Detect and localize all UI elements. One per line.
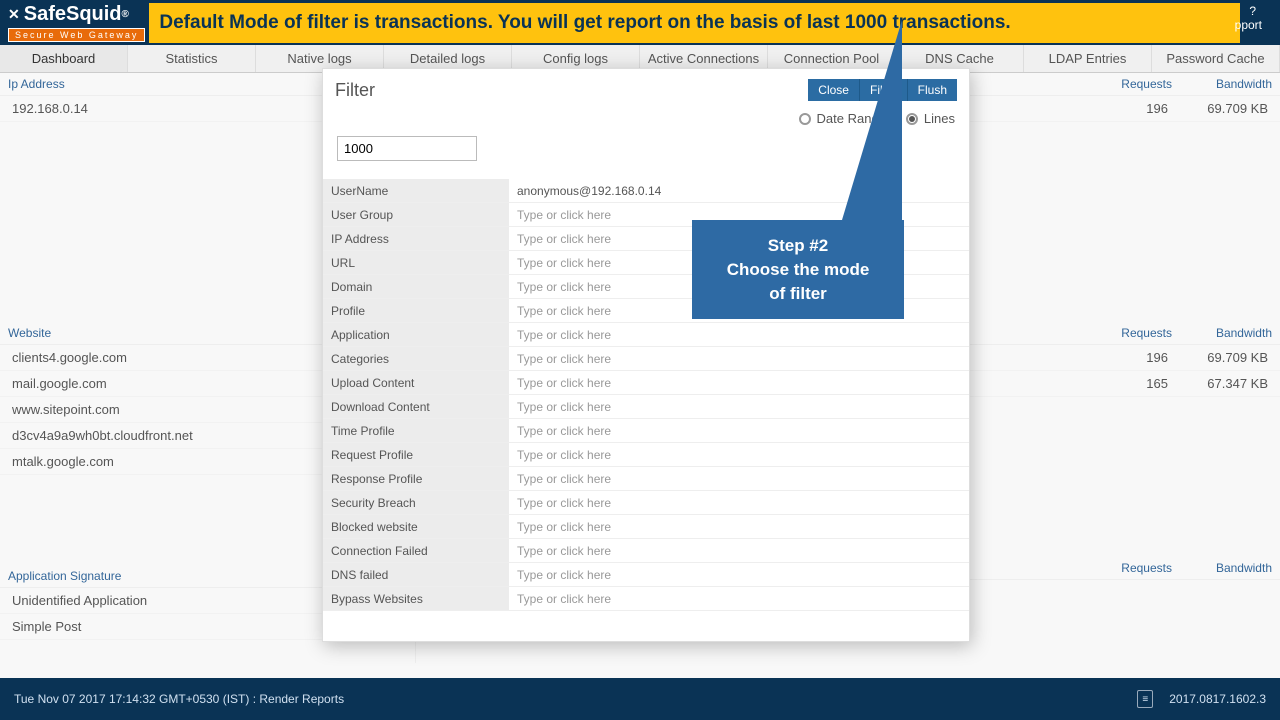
- filter-row: Request Profile: [323, 443, 969, 467]
- footer: Tue Nov 07 2017 17:14:32 GMT+0530 (IST) …: [0, 678, 1280, 720]
- filter-row: Blocked website: [323, 515, 969, 539]
- filter-label-response-profile: Response Profile: [323, 467, 509, 490]
- filter-input-application[interactable]: [509, 325, 969, 345]
- filter-input-download-content[interactable]: [509, 397, 969, 417]
- topbar: ✕ SafeSquid ® Secure Web Gateway Default…: [0, 0, 1280, 45]
- filter-input-categories[interactable]: [509, 349, 969, 369]
- filter-input-upload-content[interactable]: [509, 373, 969, 393]
- callout-line3: of filter: [712, 282, 884, 306]
- flush-button[interactable]: Flush: [907, 79, 957, 101]
- filter-label-domain: Domain: [323, 275, 509, 298]
- cat-head-bw: Bandwidth: [1172, 326, 1272, 340]
- filter-label-time-profile: Time Profile: [323, 419, 509, 442]
- date-range-radio[interactable]: [799, 113, 811, 125]
- user-head-requests: Requests: [1092, 77, 1172, 91]
- logo-text: SafeSquid: [24, 3, 122, 26]
- filter-label-categories: Categories: [323, 347, 509, 370]
- filter-row: Application: [323, 323, 969, 347]
- tab-password-cache[interactable]: Password Cache: [1152, 45, 1280, 72]
- filter-row: Response Profile: [323, 467, 969, 491]
- support-label-partial: pport: [1235, 18, 1262, 32]
- filter-label-application: Application: [323, 323, 509, 346]
- tab-statistics[interactable]: Statistics: [128, 45, 256, 72]
- footer-version: 2017.0817.1602.3: [1169, 692, 1266, 706]
- filter-label-request-profile: Request Profile: [323, 443, 509, 466]
- tab-ldap-entries[interactable]: LDAP Entries: [1024, 45, 1152, 72]
- footer-status: Tue Nov 07 2017 17:14:32 GMT+0530 (IST) …: [14, 692, 344, 706]
- tab-dashboard[interactable]: Dashboard: [0, 45, 128, 72]
- filter-input-dns-failed[interactable]: [509, 565, 969, 585]
- filter-row: Bypass Websites: [323, 587, 969, 611]
- filter-label-bypass-websites: Bypass Websites: [323, 587, 509, 610]
- filter-label-url: URL: [323, 251, 509, 274]
- filter-label-connection-failed: Connection Failed: [323, 539, 509, 562]
- filter-input-request-profile[interactable]: [509, 445, 969, 465]
- filter-row: Connection Failed: [323, 539, 969, 563]
- info-banner: Default Mode of filter is transactions. …: [149, 3, 1240, 43]
- mime-head-bw: Bandwidth: [1172, 561, 1272, 575]
- filter-input-connection-failed[interactable]: [509, 541, 969, 561]
- ip-head-label: Ip Address: [8, 77, 327, 91]
- help-icon[interactable]: ?: [1249, 4, 1256, 18]
- filter-input-response-profile[interactable]: [509, 469, 969, 489]
- filter-row: Upload Content: [323, 371, 969, 395]
- filter-input-time-profile[interactable]: [509, 421, 969, 441]
- filter-row: Categories: [323, 347, 969, 371]
- filter-label-security-breach: Security Breach: [323, 491, 509, 514]
- logo-icon: ✕: [8, 6, 20, 23]
- filter-label-username: UserName: [323, 179, 509, 202]
- filter-label-profile: Profile: [323, 299, 509, 322]
- filter-label-dns-failed: DNS failed: [323, 563, 509, 586]
- cat-head-requests: Requests: [1092, 326, 1172, 340]
- filter-label-user-group: User Group: [323, 203, 509, 226]
- filter-label-blocked-website: Blocked website: [323, 515, 509, 538]
- logo-reg: ®: [122, 9, 129, 20]
- filter-label-download-content: Download Content: [323, 395, 509, 418]
- logo-subtitle: Secure Web Gateway: [8, 28, 145, 42]
- web-head-label: Website: [8, 326, 327, 340]
- lines-radio[interactable]: [906, 113, 918, 125]
- filter-row: Download Content: [323, 395, 969, 419]
- callout-line1: Step #2: [712, 234, 884, 258]
- filter-input-bypass-websites[interactable]: [509, 589, 969, 609]
- filter-label-upload-content: Upload Content: [323, 371, 509, 394]
- lines-label: Lines: [924, 111, 955, 126]
- user-head-bw: Bandwidth: [1172, 77, 1272, 91]
- filter-row: Time Profile: [323, 419, 969, 443]
- filter-row: Security Breach: [323, 491, 969, 515]
- lines-input[interactable]: [337, 136, 477, 161]
- document-icon[interactable]: ≡: [1137, 690, 1153, 708]
- callout-line2: Choose the mode: [712, 258, 884, 282]
- filter-row: DNS failed: [323, 563, 969, 587]
- logo: ✕ SafeSquid ® Secure Web Gateway: [0, 1, 145, 45]
- mime-head-requests: Requests: [1092, 561, 1172, 575]
- app-head-label: Application Signature: [8, 569, 327, 583]
- filter-label-ip-address: IP Address: [323, 227, 509, 250]
- filter-input-security-breach[interactable]: [509, 493, 969, 513]
- filter-input-blocked-website[interactable]: [509, 517, 969, 537]
- filter-modal-title: Filter: [335, 80, 808, 101]
